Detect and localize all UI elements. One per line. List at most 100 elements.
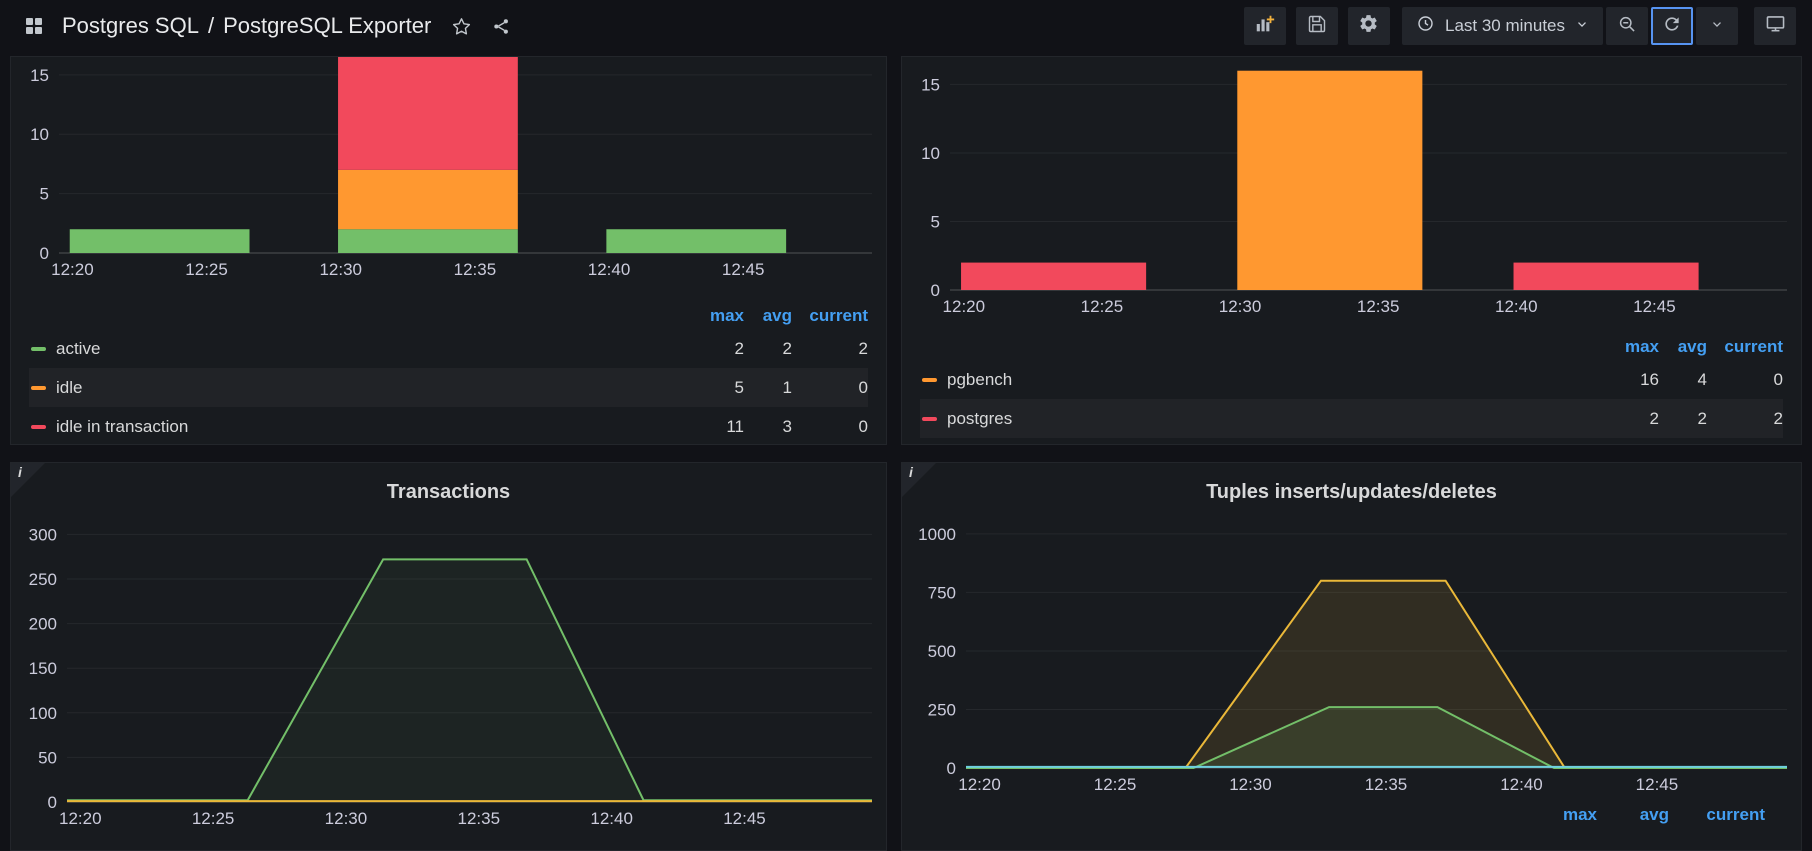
legend-col-max[interactable]: max (680, 306, 744, 326)
legend-col-max[interactable]: max (1595, 337, 1659, 357)
dashboard-breadcrumb[interactable]: Postgres SQL / PostgreSQL Exporter (62, 13, 431, 39)
bar-segment[interactable] (338, 57, 518, 170)
dashboard-settings-button[interactable] (1347, 7, 1390, 45)
y-tick-label: 250 (928, 700, 956, 719)
x-tick-label: 12:45 (723, 809, 766, 828)
x-tick-label: 12:25 (185, 260, 228, 279)
save-dashboard-button[interactable] (1295, 7, 1338, 45)
line-chart[interactable]: 0 250 500 750 1000 12:20 12:25 12:30 12:35 12:40 1… (902, 521, 1801, 796)
stacked-bar-chart[interactable]: 0 5 10 15 12:20 12:25 12:30 12:35 12:40 12:45 (11, 57, 886, 281)
chevron-down-icon (1575, 16, 1589, 36)
legend-col-current[interactable]: current (1707, 337, 1783, 357)
bar-segment[interactable] (1513, 262, 1699, 290)
legend-col-avg[interactable]: avg (1597, 805, 1669, 825)
y-tick-label: 5 (40, 185, 49, 204)
x-tick-label: 12:35 (458, 809, 501, 828)
panel-header: Transactions (11, 463, 886, 521)
panel-info-corner[interactable]: i (11, 463, 45, 497)
x-tick-label: 12:30 (319, 260, 362, 279)
bar-segment[interactable] (1237, 70, 1423, 291)
x-tick-label: 12:30 (1219, 297, 1262, 316)
legend-col-avg[interactable]: avg (1659, 337, 1707, 357)
y-tick-label: 0 (931, 281, 940, 300)
y-tick-label: 50 (38, 748, 57, 767)
bar-segment[interactable] (69, 229, 250, 253)
y-tick-label: 0 (947, 759, 956, 778)
y-tick-label: 150 (29, 659, 57, 678)
cycle-view-mode-button[interactable] (1754, 7, 1796, 45)
y-tick-label: 10 (921, 144, 940, 163)
y-tick-label: 15 (30, 66, 49, 85)
line-chart[interactable]: 0 50 100 150 200 250 300 12:20 12:25 12:30 12:35 12… (11, 521, 886, 830)
bar-chart[interactable]: 0 5 10 15 12:20 12:25 12:30 12:35 12:40 12:45 (902, 57, 1801, 318)
share-icon[interactable] (483, 8, 519, 44)
legend-swatch-icon (31, 385, 46, 390)
y-tick-label: 1000 (918, 525, 956, 544)
legend-series-label[interactable]: idle in transaction (29, 417, 680, 437)
x-tick-label: 12:30 (325, 809, 368, 828)
refresh-interval-dropdown[interactable] (1696, 7, 1738, 45)
info-icon: i (18, 464, 22, 480)
legend-value: 2 (1773, 408, 1783, 428)
panel-title[interactable]: Transactions (387, 481, 510, 504)
bar-segment[interactable] (338, 229, 518, 253)
legend-value: 16 (1640, 369, 1659, 389)
y-tick-label: 250 (29, 570, 57, 589)
refresh-icon (1662, 14, 1682, 39)
refresh-button[interactable] (1651, 7, 1693, 45)
x-tick-label: 12:40 (588, 260, 631, 279)
zoom-out-button[interactable] (1606, 7, 1648, 45)
legend-table: max avg current pgbench 16 4 0 postgres 2 2 2 (902, 334, 1801, 438)
legend-series-label[interactable]: active (29, 339, 680, 359)
legend-col-current[interactable]: current (1669, 805, 1765, 825)
x-tick-label: 12:30 (1229, 775, 1272, 794)
x-tick-label: 12:20 (958, 775, 1001, 794)
y-tick-label: 0 (40, 244, 49, 263)
legend-table: max avg current (902, 802, 1801, 828)
series-area (67, 559, 872, 802)
legend-col-current[interactable]: current (792, 306, 868, 326)
breadcrumb-dashboard[interactable]: PostgreSQL Exporter (223, 13, 431, 39)
panel-tuples: i Tuples inserts/updates/deletes 0 250 500… (901, 462, 1802, 851)
chevron-down-icon (1710, 16, 1724, 36)
x-tick-label: 12:35 (454, 260, 497, 279)
breadcrumb-folder[interactable]: Postgres SQL (62, 13, 199, 39)
legend-value: 11 (726, 416, 744, 436)
add-panel-button[interactable] (1243, 7, 1286, 45)
navbar-toolbar: Last 30 minutes (1234, 7, 1796, 45)
bar-segment[interactable] (961, 262, 1147, 290)
legend-table: max avg current active 2 2 2 idle 5 1 0 idle in tra… (11, 303, 886, 444)
legend-series-label[interactable]: postgres (920, 409, 1595, 429)
y-tick-label: 750 (928, 583, 956, 602)
x-tick-label: 12:40 (590, 809, 633, 828)
panel-info-corner[interactable]: i (902, 463, 936, 497)
zoom-out-icon (1617, 14, 1637, 39)
panel-header: Tuples inserts/updates/deletes (902, 463, 1801, 521)
x-tick-label: 12:45 (1636, 775, 1679, 794)
y-tick-label: 200 (29, 615, 57, 634)
legend-row: idle 5 1 0 (29, 368, 868, 407)
add-panel-icon (1254, 13, 1276, 40)
save-icon (1307, 14, 1327, 39)
legend-value: 3 (782, 416, 792, 436)
time-controls-group: Last 30 minutes (1401, 7, 1738, 45)
legend-series-label[interactable]: idle (29, 378, 680, 398)
legend-row: pgbench 16 4 0 (920, 360, 1783, 399)
bar-segment[interactable] (338, 169, 518, 230)
legend-col-avg[interactable]: avg (744, 306, 792, 326)
navbar: Postgres SQL / PostgreSQL Exporter Last … (0, 0, 1812, 52)
bar-segment[interactable] (606, 229, 787, 253)
star-icon[interactable] (443, 8, 479, 44)
x-tick-label: 12:40 (1495, 297, 1538, 316)
legend-value: 2 (1697, 408, 1707, 428)
series-area (966, 707, 1787, 768)
legend-series-label[interactable]: pgbench (920, 370, 1595, 390)
dashboards-grid-icon[interactable] (16, 8, 52, 44)
time-range-picker[interactable]: Last 30 minutes (1401, 7, 1603, 45)
legend-value: 2 (1649, 408, 1659, 428)
legend-value: 2 (858, 338, 868, 358)
clock-icon (1416, 14, 1435, 38)
breadcrumb-separator: / (207, 13, 215, 38)
legend-col-max[interactable]: max (1513, 805, 1597, 825)
panel-title[interactable]: Tuples inserts/updates/deletes (1206, 481, 1497, 504)
